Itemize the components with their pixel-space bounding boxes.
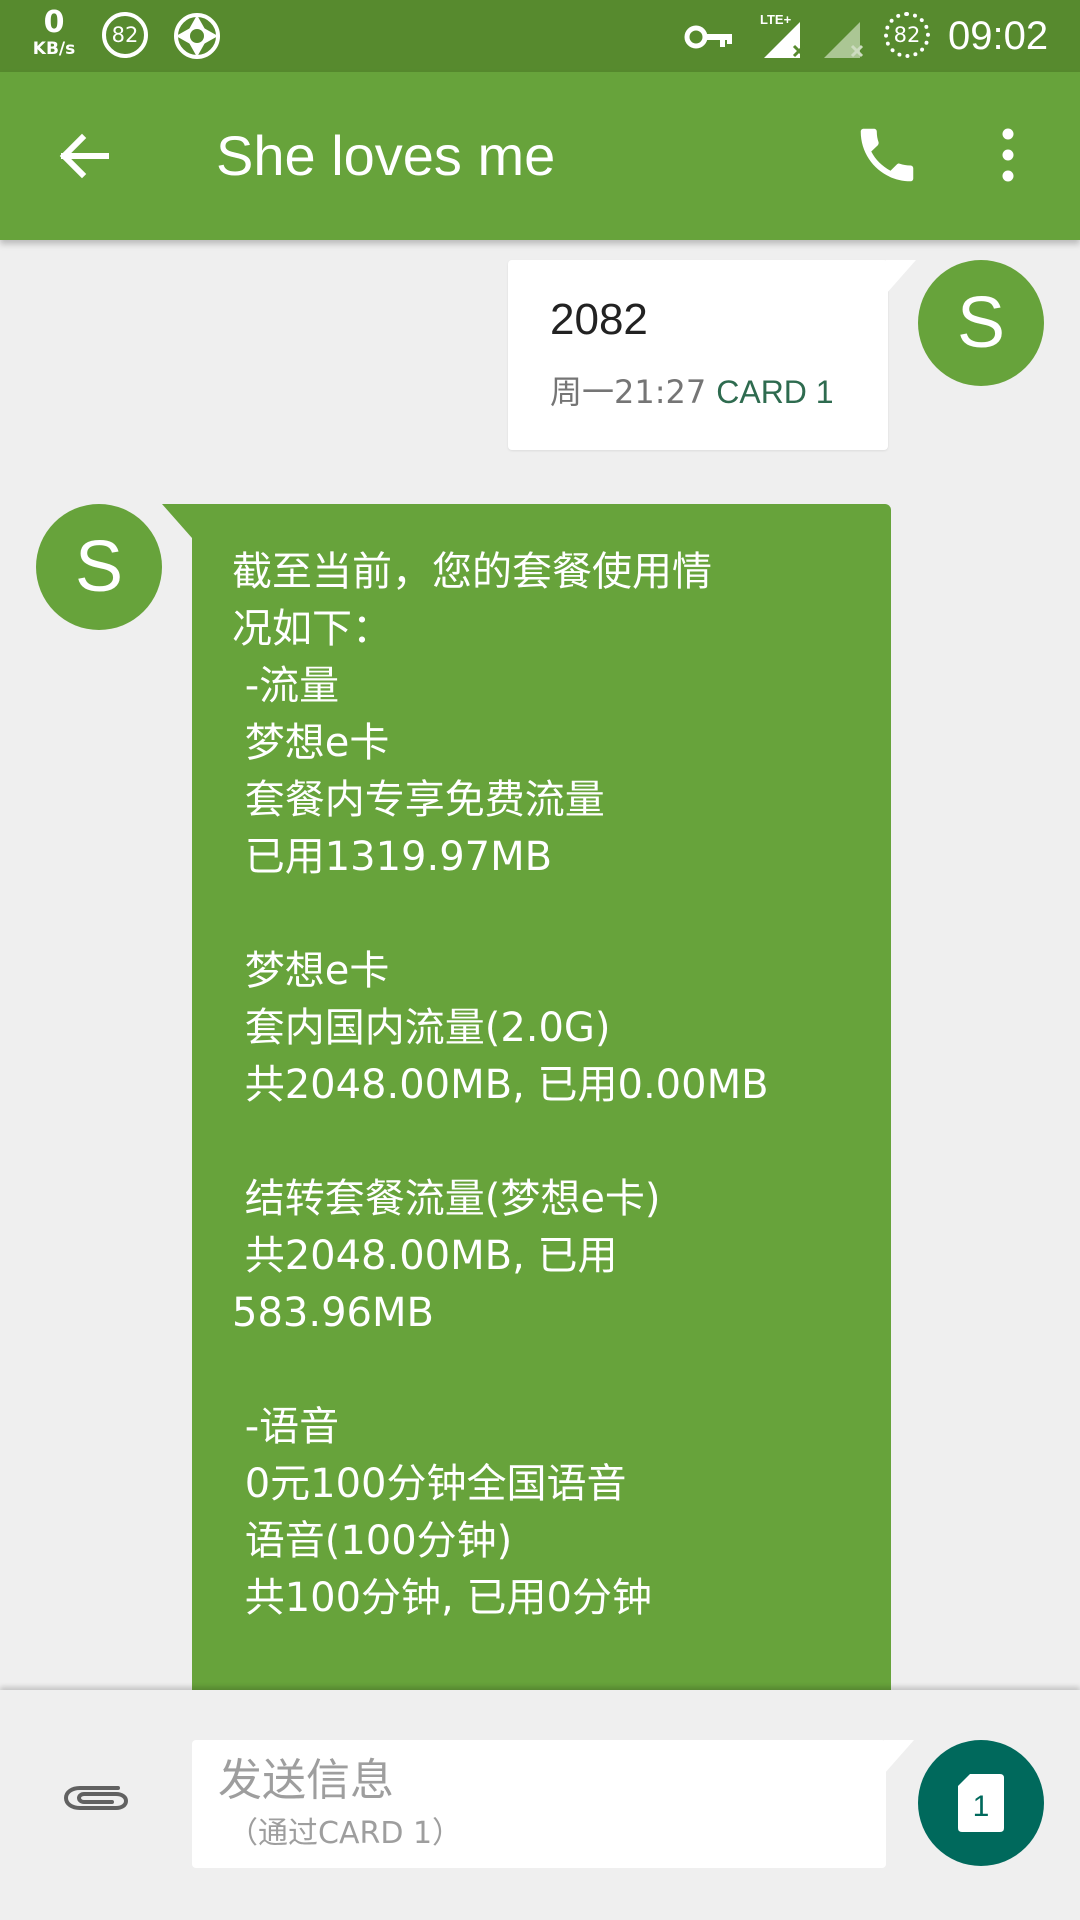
phone-icon[interactable] [852, 120, 922, 190]
vpn-key-icon [684, 25, 732, 49]
battery-ring-icon: 82 [884, 12, 930, 58]
message-input[interactable]: 发送信息 （通过CARD 1） [192, 1740, 914, 1868]
attach-icon[interactable] [60, 1774, 132, 1818]
send-button[interactable]: 1 [918, 1740, 1044, 1866]
sim-card-icon: 1 [958, 1774, 1004, 1832]
back-arrow-icon[interactable] [52, 124, 116, 188]
sim-hint: （通过CARD 1） [228, 1816, 463, 1851]
message-list[interactable]: 2082 周一21:27 CARD 1 S S 截至当前，您的套餐使用情 况如下：… [0, 240, 1080, 1690]
bubble-tail [162, 504, 192, 538]
compose-bar: 发送信息 （通过CARD 1） 1 [0, 1690, 1080, 1920]
outgoing-message-bubble[interactable]: 2082 周一21:27 CARD 1 [508, 260, 916, 450]
incoming-message-bubble[interactable]: 截至当前，您的套餐使用情 况如下： -流量 梦想e卡 套餐内专享免费流量 已用1… [162, 504, 891, 1690]
clock: 09:02 [948, 14, 1049, 58]
sim-card-label: CARD 1 [716, 374, 834, 410]
message-timestamp: 周一21:27 [550, 373, 707, 411]
messaging-screen: 0 KB/s 82 LTE+ 82 09:02 She loves me 208… [0, 0, 1080, 1920]
message-meta: 周一21:27 CARD 1 [550, 372, 834, 412]
outgoing-message-text: 2082 [550, 295, 648, 344]
more-vert-icon[interactable] [988, 120, 1028, 190]
input-tail [884, 1740, 914, 1774]
signal-no-service-icon [824, 22, 864, 58]
network-speed-unit: KB/s [32, 39, 76, 59]
conversation-title: She loves me [216, 124, 556, 187]
svg-text:LTE+: LTE+ [760, 12, 792, 27]
aperture-icon [174, 13, 220, 59]
network-speed-value: 0 [43, 5, 65, 40]
notification-badge-icon: 82 [102, 12, 148, 58]
message-input-placeholder: 发送信息 [218, 1755, 394, 1806]
sender-avatar[interactable]: S [918, 260, 1044, 386]
bubble-tail [886, 260, 916, 294]
status-bar: 0 KB/s 82 LTE+ 82 09:02 [0, 0, 1080, 72]
signal-lte-icon: LTE+ [760, 12, 806, 58]
incoming-message-text: 截至当前，您的套餐使用情 况如下： -流量 梦想e卡 套餐内专享免费流量 已用1… [232, 549, 769, 1621]
network-speed-indicator: 0 KB/s [26, 8, 82, 58]
svg-text:1: 1 [973, 1790, 990, 1823]
contact-avatar[interactable]: S [36, 504, 162, 630]
app-bar: She loves me [0, 72, 1080, 240]
